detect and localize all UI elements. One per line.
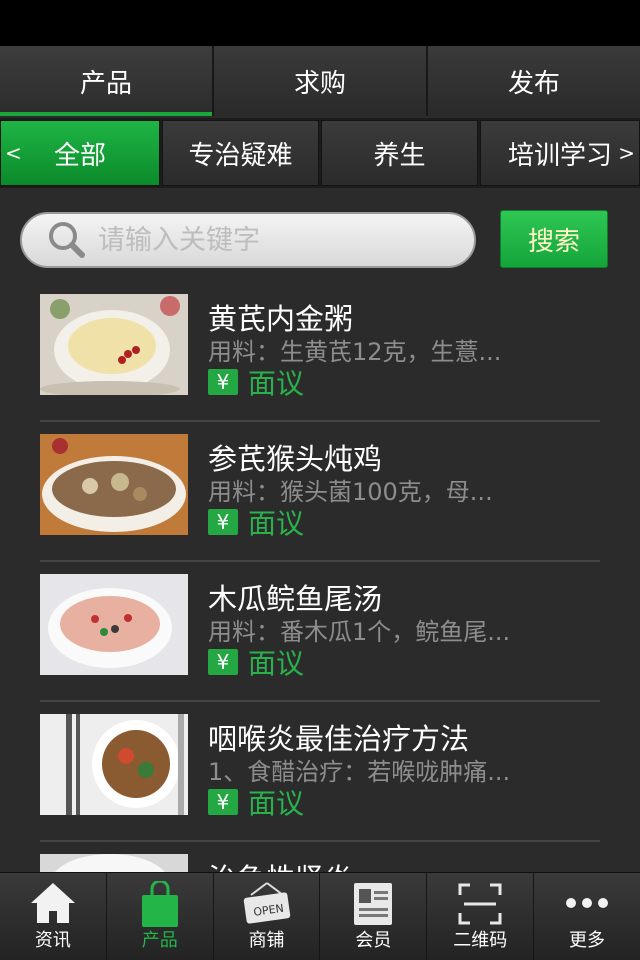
- nav-label: 资讯: [34, 930, 71, 951]
- bottom-nav: 资讯 产品 OPEN 商铺 会员 二维码 更多: [0, 872, 640, 960]
- top-tabs: 产品 求购 发布: [0, 46, 640, 116]
- nav-shops[interactable]: OPEN 商铺: [214, 873, 321, 960]
- tab-products[interactable]: 产品: [0, 46, 214, 116]
- search-icon: [49, 222, 85, 258]
- nav-label: 产品: [141, 930, 178, 951]
- price-row: ¥ 面议: [208, 502, 304, 542]
- status-bar: [0, 0, 640, 46]
- category-label: 专治疑难: [188, 140, 293, 171]
- search-box[interactable]: [20, 212, 476, 268]
- category-difficult-diseases[interactable]: 专治疑难: [162, 120, 319, 186]
- item-title: 治急性肾炎: [208, 856, 353, 872]
- list-item[interactable]: 治急性肾炎 ¥ 面议: [40, 842, 600, 872]
- open-sign-icon: OPEN: [243, 882, 290, 924]
- price-row: ¥ 面议: [208, 362, 304, 402]
- scroll-left-arrow-icon[interactable]: <: [5, 141, 22, 165]
- yen-icon: ¥: [208, 369, 238, 395]
- home-icon: [30, 883, 75, 923]
- category-training[interactable]: 培训学习 >: [480, 120, 640, 186]
- nav-products[interactable]: 产品: [107, 873, 214, 960]
- price-row: ¥ 面议: [208, 642, 304, 682]
- shopping-bag-icon: [141, 881, 178, 927]
- item-price: 面议: [248, 507, 305, 540]
- nav-label: 更多: [569, 930, 606, 951]
- list-item[interactable]: 木瓜鲩鱼尾汤 用料：番木瓜1个，鲩鱼尾... ¥ 面议: [40, 562, 600, 702]
- list-item[interactable]: 咽喉炎最佳治疗方法 1、食醋治疗：若喉咙肿痛... ¥ 面议: [40, 702, 600, 842]
- category-label: 培训学习: [507, 140, 612, 171]
- nav-qr-code[interactable]: 二维码: [427, 873, 535, 960]
- search-button[interactable]: 搜索: [500, 210, 608, 268]
- nav-label: 二维码: [453, 930, 508, 951]
- tab-publish[interactable]: 发布: [428, 46, 640, 116]
- qr-scan-icon: [458, 883, 502, 925]
- list-item[interactable]: 参芪猴头炖鸡 用料：猴头菌100克，母... ¥ 面议: [40, 422, 600, 562]
- nav-more[interactable]: 更多: [534, 873, 640, 960]
- more-dots-icon: [566, 898, 609, 908]
- price-row: ¥ 面议: [208, 782, 304, 822]
- item-price: 面议: [248, 367, 305, 400]
- nav-members[interactable]: 会员: [320, 873, 428, 960]
- nav-label: 商铺: [248, 930, 285, 951]
- nav-label: 会员: [355, 930, 392, 951]
- scroll-right-arrow-icon[interactable]: >: [618, 141, 635, 165]
- nav-news[interactable]: 资讯: [0, 873, 107, 960]
- yen-icon: ¥: [208, 789, 238, 815]
- product-thumbnail: [40, 434, 188, 535]
- yen-icon: ¥: [208, 509, 238, 535]
- product-thumbnail: [40, 574, 188, 675]
- category-bar: < 全部 专治疑难 养生 培训学习 >: [0, 118, 640, 188]
- product-thumbnail: [40, 714, 188, 815]
- item-price: 面议: [248, 647, 305, 680]
- search-input[interactable]: [98, 224, 458, 256]
- category-label: 全部: [53, 140, 106, 171]
- category-label: 养生: [373, 140, 426, 171]
- product-thumbnail: [40, 294, 188, 395]
- product-thumbnail: [40, 854, 188, 872]
- product-list: 黄芪内金粥 用料：生黄芪12克，生薏... ¥ 面议 参芪猴头炖鸡 用料：猴头菌…: [40, 282, 600, 872]
- id-card-icon: [354, 883, 393, 925]
- category-all[interactable]: < 全部: [0, 120, 160, 186]
- list-item[interactable]: 黄芪内金粥 用料：生黄芪12克，生薏... ¥ 面议: [40, 282, 600, 422]
- search-row: 搜索: [20, 210, 620, 270]
- yen-icon: ¥: [208, 649, 238, 675]
- item-price: 面议: [248, 787, 305, 820]
- category-health[interactable]: 养生: [321, 120, 478, 186]
- tab-wanted[interactable]: 求购: [214, 46, 428, 116]
